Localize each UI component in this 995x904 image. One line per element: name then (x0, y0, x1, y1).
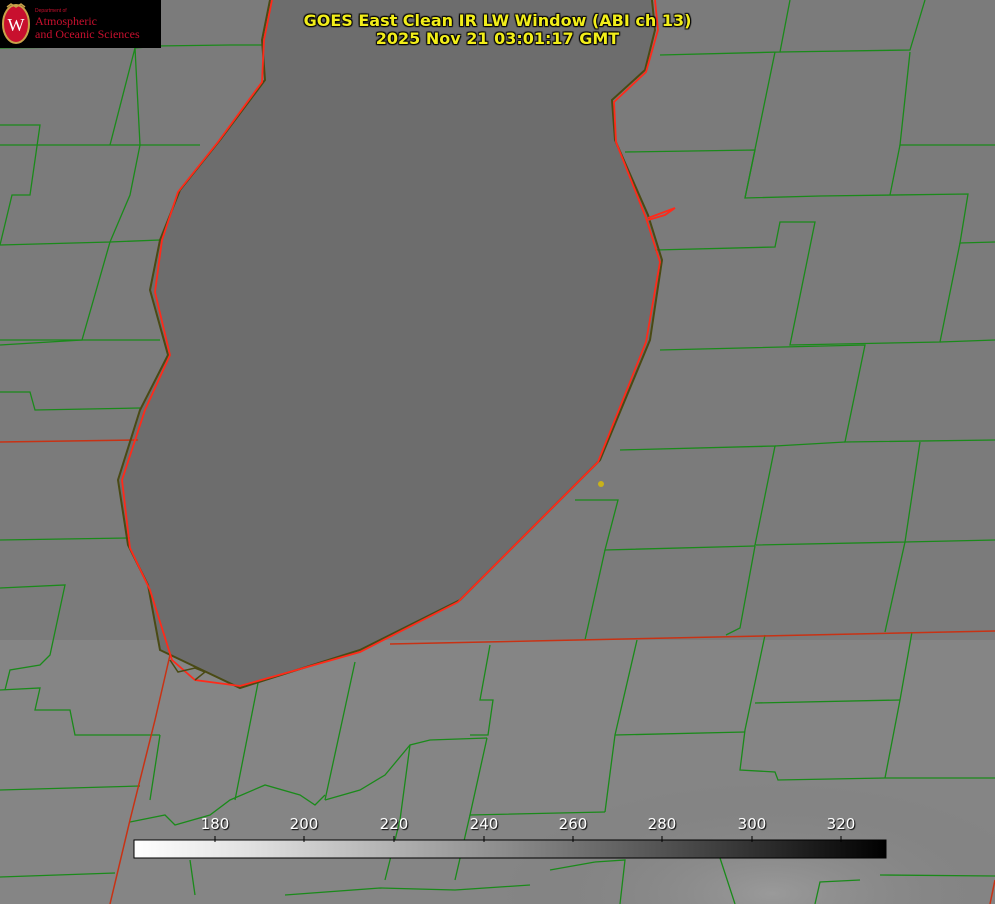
svg-text:W: W (8, 15, 25, 35)
satellite-map[interactable] (0, 0, 995, 904)
ir-clouds-southeast (500, 700, 995, 904)
station-marker (598, 481, 604, 487)
colorbar-tick-label: 180 (200, 815, 230, 833)
colorbar-tick-label: 280 (647, 815, 677, 833)
colorbar-tick-label: 240 (469, 815, 499, 833)
colorbar-tick-label: 320 (826, 815, 856, 833)
colorbar-gradient (133, 839, 887, 859)
colorbar-tick-label: 300 (737, 815, 767, 833)
colorbar-tick-label: 260 (558, 815, 588, 833)
colorbar-tick-label: 220 (379, 815, 409, 833)
aos-logo[interactable]: W Department of Atmospheric and Oceanic … (0, 0, 161, 48)
uw-seal-icon: W (2, 3, 30, 44)
logo-line2: and Oceanic Sciences (35, 27, 140, 41)
colorbar-tick-label: 200 (289, 815, 319, 833)
